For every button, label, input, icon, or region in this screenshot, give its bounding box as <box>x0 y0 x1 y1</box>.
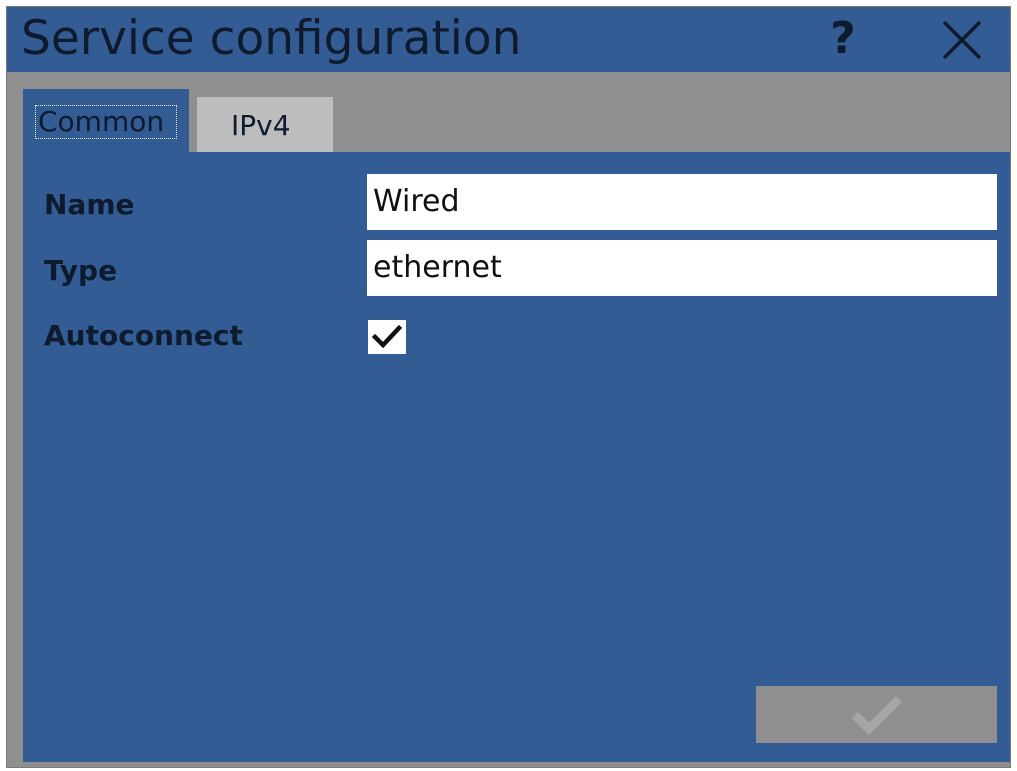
tab-bar: Common IPv4 <box>7 72 1010 152</box>
name-field[interactable]: Wired <box>367 174 997 230</box>
ok-button[interactable] <box>756 686 997 743</box>
autoconnect-label: Autoconnect <box>44 319 243 352</box>
checkmark-icon <box>371 324 403 349</box>
tab-common-label: Common <box>35 105 177 139</box>
dialog-title: Service configuration <box>21 11 522 66</box>
common-tab-panel: Name Wired Type ethernet Autoconnect <box>23 152 1010 762</box>
tab-ipv4-label: IPv4 <box>231 109 291 142</box>
help-button[interactable]: ? <box>815 11 871 67</box>
checkmark-icon <box>851 695 903 736</box>
close-icon <box>942 20 982 60</box>
service-configuration-dialog: Service configuration ? Common IPv4 Name… <box>6 6 1011 768</box>
name-label: Name <box>44 188 135 221</box>
tab-ipv4[interactable]: IPv4 <box>197 97 333 152</box>
close-button[interactable] <box>935 13 989 67</box>
title-bar: Service configuration ? <box>7 7 1010 72</box>
tab-common[interactable]: Common <box>23 89 189 152</box>
type-field[interactable]: ethernet <box>367 240 997 296</box>
type-label: Type <box>44 254 118 287</box>
autoconnect-checkbox[interactable] <box>368 320 406 354</box>
